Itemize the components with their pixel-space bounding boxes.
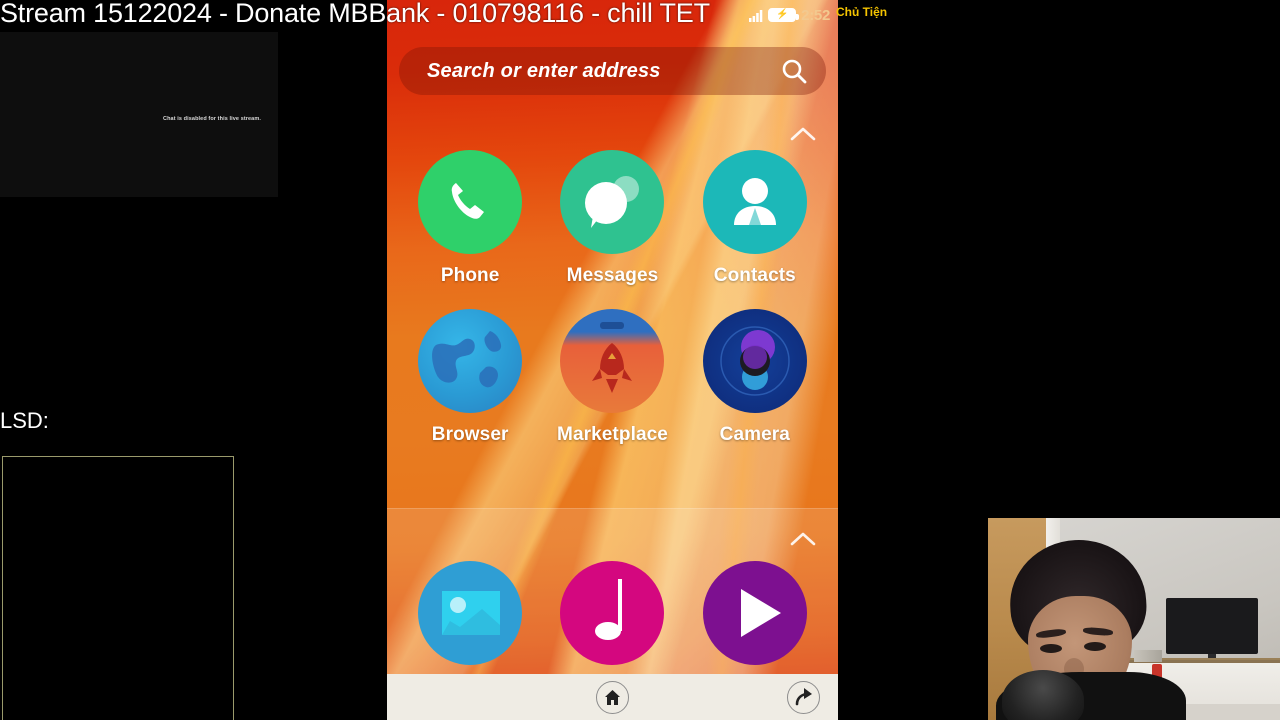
app-row: Browser Marketplace Camera: [387, 309, 838, 446]
webcam-eye-right: [1084, 642, 1106, 651]
search-icon[interactable]: [780, 57, 808, 85]
music-icon[interactable]: [560, 561, 665, 665]
lsd-label: LSD:: [0, 408, 49, 433]
app-label: Contacts: [713, 265, 796, 286]
channel-tag: Chủ Tiện: [836, 5, 888, 19]
phone-screen: ⚡ 2:52 Search or enter address Phone Mes…: [387, 0, 838, 720]
app-browser[interactable]: Browser: [405, 309, 535, 446]
webcam-overlay: [988, 518, 1280, 720]
app-phone[interactable]: Phone: [405, 150, 535, 287]
app-messages[interactable]: Messages: [547, 150, 677, 287]
home-icon[interactable]: [596, 680, 629, 714]
search-bar-wrapper[interactable]: Search or enter address: [399, 47, 826, 95]
app-camera[interactable]: Camera: [690, 309, 820, 446]
app-label: Marketplace: [557, 424, 668, 445]
app-label: Camera: [719, 424, 790, 445]
camera-icon[interactable]: [702, 309, 807, 413]
messages-icon[interactable]: [560, 150, 665, 254]
screen-capture: Stream 15122024 - Donate MBBank - 010798…: [0, 0, 1280, 720]
webcam-tv: [1166, 598, 1258, 654]
app-label: Messages: [566, 265, 659, 286]
forward-arrow-icon[interactable]: [787, 680, 820, 714]
app-label: Browser: [431, 424, 509, 445]
phone-nav-bar: [387, 674, 838, 720]
stream-title: Stream 15122024 - Donate MBBank - 010798…: [0, 0, 710, 28]
rocket-icon[interactable]: [560, 309, 665, 413]
chevron-up-icon[interactable]: [790, 126, 816, 142]
app-contacts[interactable]: Contacts: [690, 150, 820, 287]
play-icon[interactable]: [702, 561, 807, 665]
globe-icon[interactable]: [418, 309, 523, 413]
webcam-eye-left: [1040, 644, 1062, 653]
chevron-up-icon[interactable]: [790, 531, 816, 547]
gallery-icon[interactable]: [418, 561, 523, 665]
chat-panel: Chat is disabled for this live stream.: [0, 32, 278, 197]
app-row: Phone Messages Contacts: [387, 150, 838, 287]
app-section-1: Phone Messages Contacts Browser Marketpl…: [387, 104, 838, 508]
lsd-box: [2, 456, 234, 720]
contacts-icon[interactable]: [702, 150, 807, 254]
chat-disabled-message: Chat is disabled for this live stream.: [163, 116, 261, 122]
app-marketplace[interactable]: Marketplace: [547, 309, 677, 446]
search-placeholder: Search or enter address: [427, 59, 661, 82]
app-label: Phone: [440, 265, 500, 286]
phone-icon[interactable]: [418, 150, 523, 254]
status-bar-time: 2:52: [801, 6, 830, 24]
webcam-clutter: [1134, 650, 1162, 662]
signal-icon: [749, 9, 763, 22]
battery-charging-icon: ⚡: [768, 8, 800, 22]
search-input[interactable]: Search or enter address: [399, 47, 826, 95]
